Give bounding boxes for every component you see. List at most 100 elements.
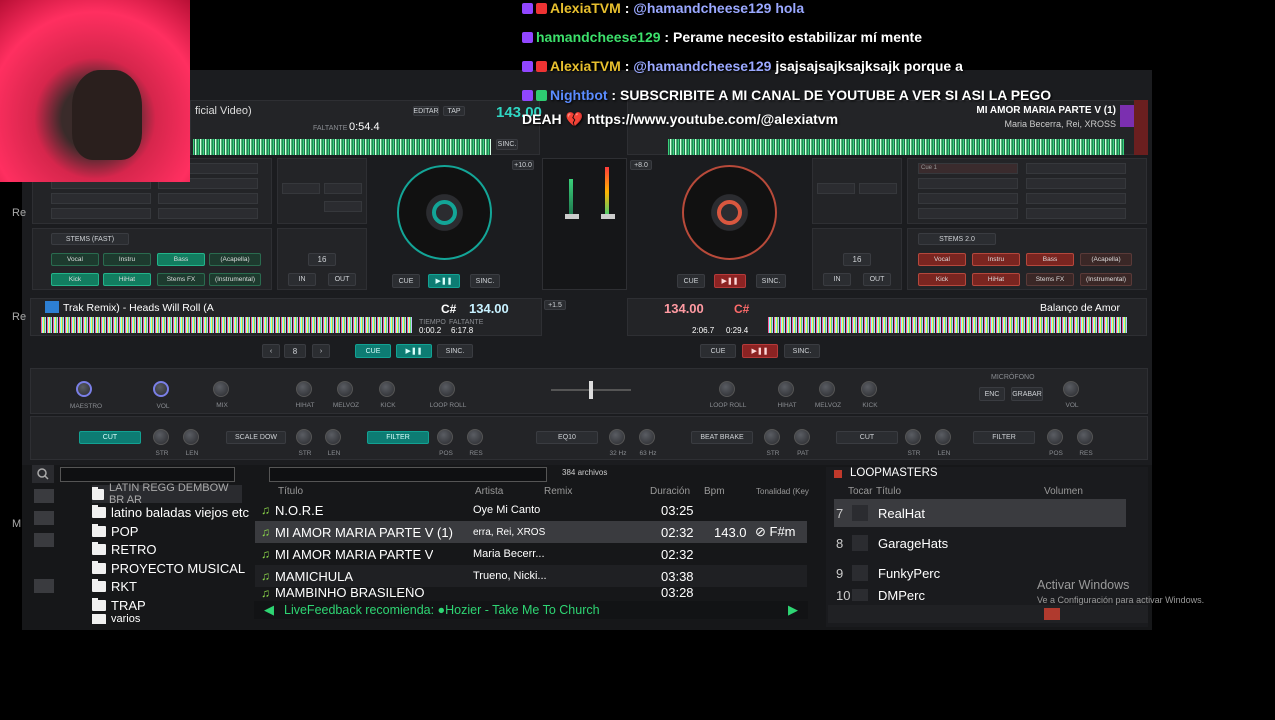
fx2-str-knob[interactable]: STR <box>296 429 312 457</box>
crossfader[interactable] <box>589 381 593 399</box>
stem-acapella-button[interactable]: (Acapella) <box>209 253 261 266</box>
right-hihat-knob[interactable]: HIHAT <box>777 381 797 409</box>
left-loop-size[interactable]: 16 <box>308 253 336 266</box>
right-arrow-icon[interactable]: ▶ <box>788 602 798 618</box>
folder-item[interactable]: RETRO <box>92 540 157 558</box>
eq-32hz-knob[interactable]: 32 Hz <box>609 429 626 457</box>
mix-knob[interactable]: MIX <box>213 381 229 409</box>
eq-select[interactable]: EQ10 <box>536 431 598 444</box>
folder-item[interactable]: RKT <box>92 577 137 595</box>
sidebar-icon-3[interactable] <box>34 533 54 547</box>
right-overview-waveform[interactable] <box>668 139 1124 155</box>
fx-select-2[interactable]: SCALE DOW <box>226 431 286 444</box>
stem-instrumental-button[interactable]: (Instrumental) <box>1080 273 1132 286</box>
hotcue-pad-1[interactable]: Cue 1 <box>918 163 1018 174</box>
hotcue-pad[interactable] <box>158 208 258 219</box>
folder-item[interactable]: LATIN REGG DEMBOW BR AR <box>92 482 242 506</box>
stem-acapella-button[interactable]: (Acapella) <box>1080 253 1132 266</box>
stem-fx-button[interactable]: Stems FX <box>157 273 205 286</box>
stem-instrumental-button[interactable]: (Instrumental) <box>209 273 261 286</box>
sidebar-icon-4[interactable] <box>34 579 54 593</box>
left-beat-num[interactable]: 8 <box>284 344 306 358</box>
hotcue-pad[interactable] <box>51 193 151 204</box>
right-loop-roll-knob[interactable]: LOOP ROLL <box>710 381 746 409</box>
melvoz-knob[interactable]: MELVOZ <box>333 381 359 409</box>
sampler-slot[interactable] <box>282 183 320 194</box>
left-scrolling-waveform[interactable] <box>41 317 413 333</box>
col-duration[interactable]: Duración <box>650 486 690 497</box>
loop-row[interactable]: 8 GarageHats <box>834 529 1126 557</box>
file-search-input[interactable] <box>269 467 547 482</box>
left-play-mini[interactable]: ▶❚❚ <box>396 344 432 358</box>
stem-vocal-button[interactable]: Vocal <box>918 253 966 266</box>
fx1-len-knob[interactable]: LEN <box>183 429 199 457</box>
sampler-slot[interactable] <box>324 201 362 212</box>
folder-item[interactable]: POP <box>92 522 138 540</box>
table-row-selected[interactable]: ♫ MI AMOR MARIA PARTE V (1) erra, Rei, X… <box>255 521 807 543</box>
livefeedback-bar[interactable]: ◀ LiveFeedback recomienda: ●Hozier - Tak… <box>254 601 808 619</box>
table-row[interactable]: ♫ MAMICHULA Trueno, Nicki... 03:38 <box>255 565 807 587</box>
folder-search-input[interactable] <box>60 467 235 482</box>
left-beat-up[interactable]: › <box>312 344 330 358</box>
fx-select-6[interactable]: FILTER <box>973 431 1035 444</box>
left-beat-down[interactable]: ‹ <box>262 344 280 358</box>
right-stems-select[interactable]: STEMS 2.0 <box>918 233 996 245</box>
left-play-button[interactable]: ▶❚❚ <box>428 274 460 288</box>
folder-item[interactable]: varios <box>92 614 140 624</box>
folder-item[interactable]: TRAP <box>92 596 146 614</box>
fx-select-3[interactable]: FILTER <box>367 431 429 444</box>
sidebar-icon-2[interactable] <box>34 511 54 525</box>
stem-instru-button[interactable]: Instru <box>103 253 151 266</box>
hotcue-pad[interactable] <box>918 208 1018 219</box>
left-edit-button[interactable]: EDITAR <box>413 106 439 116</box>
fx6-pos-knob[interactable]: POS <box>1047 429 1063 457</box>
search-icon[interactable] <box>32 465 54 483</box>
vol-knob[interactable]: VOL <box>153 381 170 410</box>
left-channel-fader[interactable] <box>565 214 579 219</box>
fx5-len-knob[interactable]: LEN <box>935 429 951 457</box>
sampler-slot[interactable] <box>324 183 362 194</box>
stem-kick-button[interactable]: Kick <box>918 273 966 286</box>
right-play-mini[interactable]: ▶❚❚ <box>742 344 778 358</box>
hotcue-pad[interactable] <box>51 208 151 219</box>
right-cue-button[interactable]: CUE <box>677 274 705 288</box>
fx3-res-knob[interactable]: RES <box>467 429 483 457</box>
table-row[interactable]: ♫ N.O.R.E Oye Mi Canto 03:25 <box>255 499 807 521</box>
col-title[interactable]: Título <box>278 486 303 497</box>
table-row[interactable]: ♫ MAMBINHO BRASILEÑO 03:28 <box>255 587 807 599</box>
right-sync-mini[interactable]: SINC. <box>784 344 820 358</box>
stem-hihat-button[interactable]: HiHat <box>103 273 151 286</box>
loop-record-icon[interactable] <box>1044 608 1060 620</box>
stem-bass-button[interactable]: Bass <box>1026 253 1074 266</box>
hotcue-pad[interactable] <box>1026 193 1126 204</box>
right-melvoz-knob[interactable]: MELVOZ <box>815 381 841 409</box>
fx4-pat-knob[interactable]: PAT <box>794 429 810 457</box>
right-kick-knob[interactable]: KICK <box>861 381 878 409</box>
fx3-pos-knob[interactable]: POS <box>437 429 453 457</box>
fx6-res-knob[interactable]: RES <box>1077 429 1093 457</box>
col-bpm[interactable]: Bpm <box>704 486 725 497</box>
hotcue-pad[interactable] <box>1026 163 1126 174</box>
right-loop-in-button[interactable]: IN <box>823 273 851 286</box>
right-loop-out-button[interactable]: OUT <box>863 273 891 286</box>
loop-roll-knob[interactable]: LOOP ROLL <box>430 381 466 409</box>
right-play-button[interactable]: ▶❚❚ <box>714 274 746 288</box>
hotcue-pad[interactable] <box>1026 178 1126 189</box>
hotcue-pad[interactable] <box>1026 208 1126 219</box>
fx1-str-knob[interactable]: STR <box>153 429 169 457</box>
left-tap-button[interactable]: TAP <box>443 106 465 116</box>
mic-record-button[interactable]: GRABAR <box>1011 387 1043 401</box>
left-overview-waveform[interactable] <box>193 139 491 155</box>
hotcue-pad[interactable] <box>158 193 258 204</box>
sampler-slot[interactable] <box>817 183 855 194</box>
fx-select-1[interactable]: CUT <box>79 431 141 444</box>
col-key[interactable]: Tonalidad (Key <box>756 487 809 496</box>
sampler-slot[interactable] <box>859 183 897 194</box>
fx5-str-knob[interactable]: STR <box>905 429 921 457</box>
hotcue-pad[interactable] <box>918 193 1018 204</box>
master-knob[interactable]: MAESTRO <box>70 381 102 410</box>
col-remix[interactable]: Remix <box>544 486 572 497</box>
left-stems-select[interactable]: STEMS (FAST) <box>51 233 129 245</box>
left-loop-out-button[interactable]: OUT <box>328 273 356 286</box>
sidebar-icon-1[interactable] <box>34 489 54 503</box>
